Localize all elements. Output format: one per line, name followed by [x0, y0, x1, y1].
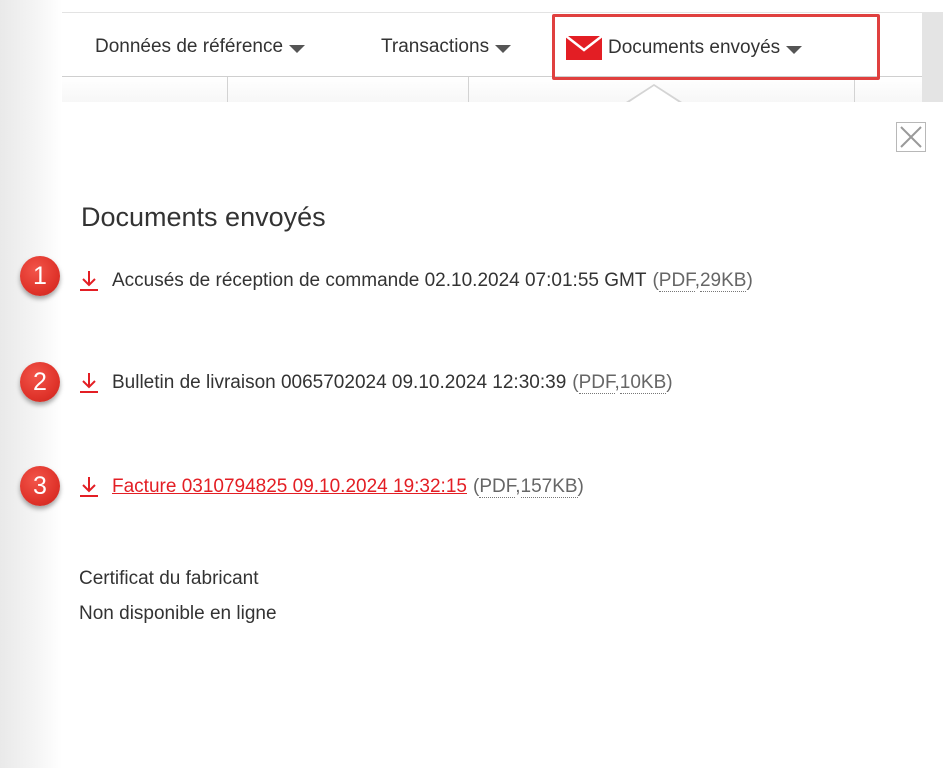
document-row-invoice: Facture 0310794825 09.10.2024 19:32:15 (… [78, 476, 584, 498]
step-badge: 2 [20, 362, 60, 402]
document-meta: (PDF,157KB) [472, 476, 584, 498]
panel-title: Documents envoyés [81, 202, 326, 232]
document-row-delivery-note: Bulletin de livraison 0065702024 09.10.2… [78, 372, 673, 394]
file-format: PDF [658, 270, 695, 292]
certificate-status: Non disponible en ligne [79, 603, 277, 624]
nav-item-transactions[interactable]: Transactions [381, 36, 512, 58]
document-meta: (PDF,10KB) [572, 372, 673, 394]
step-badge: 1 [20, 256, 60, 296]
step-badge: 3 [20, 466, 60, 506]
file-size: 157KB [520, 476, 578, 498]
download-icon[interactable] [78, 270, 100, 292]
close-button[interactable] [896, 122, 926, 152]
sub-nav-separator [854, 77, 855, 102]
certificate-title: Certificat du fabricant [79, 568, 259, 589]
file-size: 29KB [699, 270, 747, 292]
file-size: 10KB [619, 372, 667, 394]
nav-item-label: Transactions [381, 36, 490, 57]
caret-down-icon [495, 44, 512, 53]
nav-top-divider [62, 12, 922, 13]
sub-nav-strip [62, 77, 922, 102]
caret-down-icon [289, 44, 306, 53]
document-link[interactable]: Facture 0310794825 09.10.2024 19:32:15 [112, 476, 467, 498]
panel-pointer-notch-fill [628, 86, 680, 103]
document-link[interactable]: Bulletin de livraison 0065702024 09.10.2… [112, 372, 566, 394]
file-format: PDF [479, 476, 516, 498]
sub-nav-separator [468, 77, 469, 102]
nav-scroll-strip [922, 12, 943, 102]
close-icon [900, 126, 922, 148]
panel-scrollbar-track [919, 102, 943, 768]
sub-nav-separator [227, 77, 228, 102]
file-format: PDF [578, 372, 615, 394]
download-icon[interactable] [78, 372, 100, 394]
document-row-order-acknowledgement: Accusés de réception de commande 02.10.2… [78, 270, 753, 292]
nav-item-donnees-reference[interactable]: Données de référence [95, 36, 306, 58]
nav-item-label: Données de référence [95, 36, 284, 57]
document-meta: (PDF,29KB) [652, 270, 753, 292]
highlight-box [552, 14, 880, 80]
document-link[interactable]: Accusés de réception de commande 02.10.2… [112, 270, 646, 292]
download-icon[interactable] [78, 476, 100, 498]
